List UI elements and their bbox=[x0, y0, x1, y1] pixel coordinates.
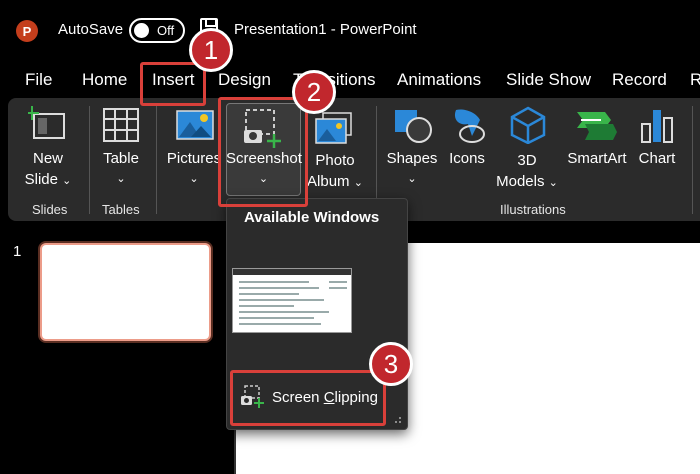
table-label: Table bbox=[103, 150, 139, 167]
pictures-button[interactable]: Pictures ⌄ bbox=[166, 148, 222, 190]
tab-animations[interactable]: Animations bbox=[397, 70, 481, 90]
3d-models-icon bbox=[510, 106, 546, 144]
slide-number: 1 bbox=[13, 243, 22, 260]
photo-album-label-2: Album bbox=[307, 173, 350, 190]
chart-label: Chart bbox=[638, 150, 676, 167]
chevron-down-icon: ⌄ bbox=[353, 177, 363, 189]
pictures-icon bbox=[176, 110, 214, 140]
group-divider bbox=[692, 106, 693, 214]
chevron-down-icon: ⌄ bbox=[189, 173, 199, 185]
new-slide-label-2: Slide bbox=[24, 171, 58, 188]
highlight-screenshot-button bbox=[218, 97, 308, 207]
tab-record[interactable]: Record bbox=[612, 70, 667, 90]
thumbnail-line bbox=[239, 287, 319, 289]
group-label-tables: Tables bbox=[102, 202, 140, 217]
chevron-down-icon: ⌄ bbox=[116, 173, 126, 185]
new-slide-icon bbox=[28, 106, 65, 139]
tab-file[interactable]: File bbox=[25, 70, 52, 90]
chevron-down-icon: ⌄ bbox=[548, 177, 558, 189]
pictures-label: Pictures bbox=[166, 150, 222, 167]
table-button[interactable]: Table ⌄ bbox=[96, 148, 146, 190]
highlight-insert-tab bbox=[140, 62, 206, 106]
table-icon bbox=[103, 108, 139, 142]
step-badge-2: 2 bbox=[292, 70, 336, 114]
thumbnail-line bbox=[239, 281, 309, 283]
toggle-knob bbox=[134, 23, 149, 38]
shapes-icon bbox=[395, 110, 432, 143]
thumbnail-line bbox=[239, 317, 314, 319]
thumbnail-line bbox=[239, 305, 294, 307]
3d-models-button[interactable]: 3D Models ⌄ bbox=[494, 150, 560, 194]
new-slide-button[interactable]: New Slide ⌄ bbox=[20, 148, 76, 192]
3d-models-label-1: 3D bbox=[517, 152, 537, 169]
step-badge-1: 1 bbox=[189, 28, 233, 72]
thumbnail-line bbox=[239, 323, 321, 325]
icons-label: Icons bbox=[449, 150, 485, 167]
step-badge-3: 3 bbox=[369, 342, 413, 386]
window-thumbnail[interactable] bbox=[232, 268, 352, 333]
highlight-screen-clipping bbox=[230, 370, 386, 426]
chevron-down-icon: ⌄ bbox=[407, 173, 417, 185]
photo-album-label-1: Photo bbox=[315, 152, 355, 169]
icons-button[interactable]: Icons bbox=[444, 148, 490, 169]
autosave-state: Off bbox=[157, 23, 175, 38]
chart-icon bbox=[641, 110, 673, 143]
photo-album-button[interactable]: Photo Album ⌄ bbox=[306, 150, 364, 194]
thumbnail-line bbox=[239, 311, 329, 313]
smartart-label: SmartArt bbox=[567, 150, 627, 167]
group-label-slides: Slides bbox=[32, 202, 68, 217]
thumbnail-line bbox=[329, 287, 347, 289]
photo-album-icon bbox=[315, 112, 352, 144]
chart-button[interactable]: Chart bbox=[632, 148, 682, 169]
group-divider bbox=[89, 106, 90, 214]
available-windows-heading: Available Windows bbox=[244, 209, 380, 226]
powerpoint-logo-icon: P bbox=[16, 20, 38, 42]
tab-design[interactable]: Design bbox=[218, 70, 271, 90]
new-slide-label-1: New bbox=[32, 150, 63, 167]
slide-thumbnail[interactable] bbox=[40, 243, 211, 341]
shapes-button[interactable]: Shapes ⌄ bbox=[384, 148, 440, 190]
thumbnail-line bbox=[239, 293, 299, 295]
shapes-label: Shapes bbox=[386, 150, 438, 167]
resize-grip-icon[interactable] bbox=[392, 416, 402, 426]
tab-slide-show[interactable]: Slide Show bbox=[506, 70, 591, 90]
group-divider bbox=[156, 106, 157, 214]
group-label-illustrations: Illustrations bbox=[500, 202, 566, 217]
autosave-toggle[interactable]: Off bbox=[129, 18, 185, 43]
icons-icon bbox=[454, 109, 485, 143]
3d-models-label-2: Models bbox=[496, 173, 545, 190]
thumbnail-line bbox=[239, 299, 324, 301]
tab-more[interactable]: R bbox=[690, 70, 700, 90]
smartart-icon bbox=[577, 112, 617, 140]
document-title: Presentation1 - PowerPoint bbox=[234, 21, 417, 38]
tab-home[interactable]: Home bbox=[82, 70, 127, 90]
thumbnail-line bbox=[329, 281, 347, 283]
smartart-button[interactable]: SmartArt bbox=[564, 148, 630, 169]
thumbnail-titlebar bbox=[233, 269, 351, 275]
chevron-down-icon: ⌄ bbox=[62, 175, 72, 187]
autosave-label: AutoSave bbox=[58, 21, 124, 38]
